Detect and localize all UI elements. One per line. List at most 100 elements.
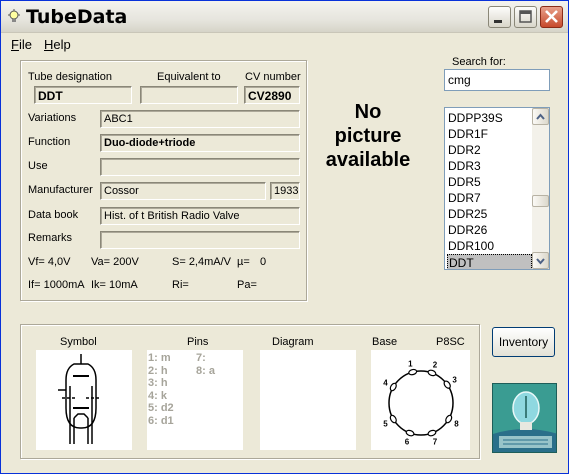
base-pin [427,369,437,377]
pin-entry: 2: h [148,364,168,377]
list-item[interactable]: DDR1F [447,126,532,142]
pin-entry: 7: [196,352,206,364]
base-label: Base [372,336,398,348]
tube-designation-field[interactable]: DDT [34,86,132,104]
window-title: TubeData [26,6,128,28]
list-item[interactable]: DDR7 [447,190,532,206]
base-pin-number: 1 [408,359,413,368]
lightbulb-icon [8,9,20,22]
app-logo [492,383,557,453]
scroll-thumb[interactable] [532,195,549,207]
list-item[interactable]: DDR25 [447,206,532,222]
base-pin-number: 3 [452,375,457,384]
pins-label: Pins [187,336,209,348]
pins-panel: 1: m 2: h 3: h 4: k 5: d2 6: d1 7: 8: a [147,350,243,450]
title-bar[interactable]: TubeData [1,1,568,33]
base-pin-number: 2 [433,360,438,369]
triode-symbol-icon [58,354,100,444]
no-picture-line2: picture [334,125,402,147]
pin-entry: 3: h [148,377,168,389]
close-button[interactable] [540,6,563,28]
menu-help[interactable]: Help [44,37,71,52]
pin-entry: 6: d1 [148,414,174,427]
close-icon [545,10,558,23]
manufacturer-label: Manufacturer [28,184,93,196]
remarks-label: Remarks [28,232,73,244]
tube-symbol [36,350,132,450]
base-pin [405,429,415,437]
tube-logo-icon [493,384,556,452]
mu-value: 0 [260,256,267,268]
menu-help-label: elp [53,37,71,52]
base-pin [443,380,451,389]
menu-help-accel: H [44,37,54,52]
scroll-down-button[interactable] [532,252,549,269]
tube-listbox[interactable]: DDPP39S DDR1F DDR2 DDR3 DDR5 DDR7 DDR25 DDR26 DD… [444,107,550,270]
maximize-button[interactable] [514,6,537,28]
manufacturer-field[interactable]: Cossor [100,182,266,200]
equivalent-field[interactable] [140,86,238,104]
s-value: S= 2,4mA/V [172,256,232,268]
pin-entry: 5: d2 [148,402,174,414]
pin-entry: 8: a [196,364,215,377]
pin-entry: 1: m [148,352,171,364]
maximize-icon [519,10,532,23]
databook-field[interactable]: Hist. of t British Radio Valve [100,207,300,225]
base-pin [389,382,397,392]
base-type-label: P8SC [436,336,465,348]
base-pin [445,414,453,424]
base-pinout-icon: 1 2 3 4 5 6 7 8 [383,359,459,447]
symbol-label: Symbol [60,336,97,348]
list-item[interactable]: DDPP39S [447,110,532,126]
base-pin [408,368,418,376]
arrow-down-icon [536,258,545,265]
function-label: Function [28,136,71,148]
ik-value: Ik= 10mA [91,279,138,291]
list-item[interactable]: DDR2 [447,142,532,158]
minimize-icon [494,20,502,23]
use-field[interactable] [100,158,300,176]
list-item[interactable]: DDR5 [447,174,532,190]
diagram-label: Diagram [272,336,314,348]
scroll-up-button[interactable] [532,108,549,125]
no-picture-line1: No [354,101,382,123]
menu-file-accel: F [11,37,19,52]
no-picture-line3: available [325,149,411,171]
vf-value: Vf= 4,0V [28,256,71,268]
if-value: If= 1000mA [28,279,85,291]
databook-label: Data book [28,209,79,221]
year-field[interactable]: 1933 [270,182,300,200]
remarks-field[interactable] [100,231,300,249]
base-pin [389,414,397,424]
list-item[interactable]: DDR3 [447,158,532,174]
list-scrollbar[interactable] [532,108,549,269]
ri-value: Ri= [172,279,189,291]
function-field[interactable]: Duo-diode+triode [100,134,300,152]
menu-file[interactable]: File [11,37,32,52]
mu-label: µ= [237,256,250,268]
list-item[interactable]: DDR100 [447,238,532,254]
variations-label: Variations [28,112,77,124]
menu-bar: File Help [1,34,568,54]
main-window: TubeData File Help Tube designation Equi… [0,0,569,474]
base-pin-number: 7 [433,438,438,447]
minimize-button[interactable] [488,6,511,28]
search-input[interactable]: cmg [444,69,550,91]
base-pin [427,429,437,437]
cv-number-field[interactable]: CV2890 [244,86,300,104]
variations-field[interactable]: ABC1 [100,110,300,128]
base-pin-number: 6 [405,438,410,447]
tube-picture-placeholder: No picture available [314,100,422,172]
list-item[interactable]: DDR26 [447,222,532,238]
list-item[interactable]: DDT [447,254,532,269]
pin-entry: 4: k [148,389,167,402]
tube-designation-label: Tube designation [28,71,112,83]
base-diagram: 1 2 3 4 5 6 7 8 [371,350,470,450]
pa-value: Pa= [237,279,257,291]
search-label: Search for: [452,56,506,68]
base-pin-number: 8 [454,420,459,429]
va-value: Va= 200V [91,256,139,268]
base-pin-number: 5 [383,420,388,429]
inventory-button[interactable]: Inventory [492,327,555,357]
base-pin-number: 4 [383,379,388,388]
